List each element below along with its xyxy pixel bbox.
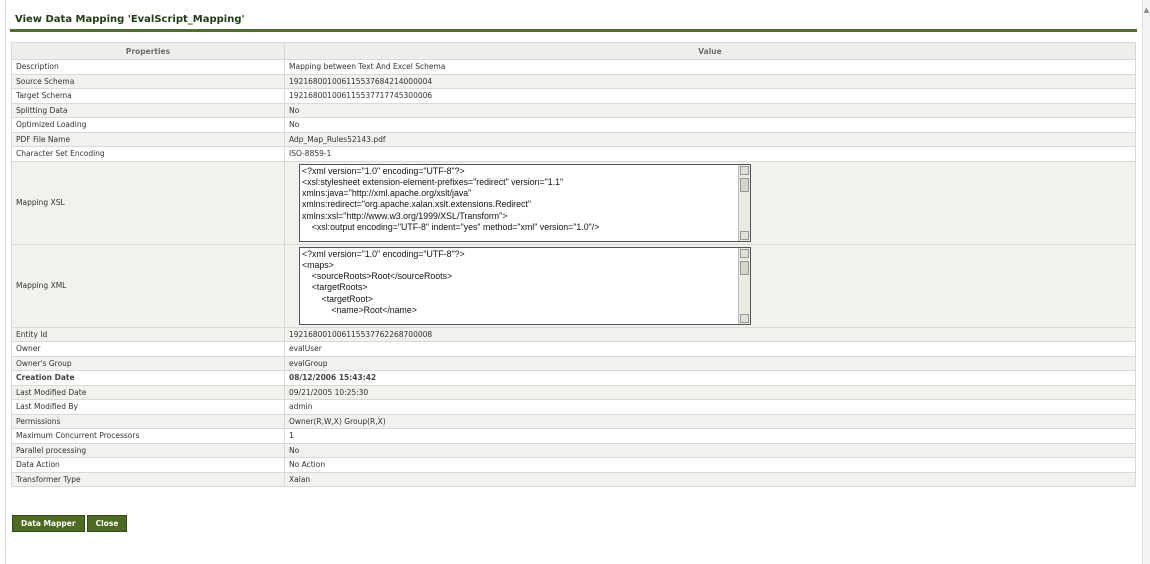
property-value: No [284,117,1136,133]
property-label: Mapping XSL [11,160,285,245]
property-value: 192168001006115537684214000004 [284,73,1136,89]
mapping-xml-textarea[interactable]: <?xml version="1.0" encoding="UTF-8"?> <m… [299,246,751,325]
code-line: <xsl:stylesheet extension-element-prefix… [302,176,564,187]
code-line: xmlns:xsl="http://www.w3.org/1999/XSL/Tr… [302,210,508,221]
table-row: Splitting Data No [11,102,1136,118]
property-label: Optimized Loading [11,117,285,133]
property-value: ISO-8859-1 [284,146,1136,162]
property-label: Source Schema [11,73,285,89]
code-line: <sourceRoots>Root</sourceRoots> [302,271,453,282]
property-label: Character Set Encoding [11,146,285,162]
property-label: Owner [11,341,285,357]
textarea-scrollbar[interactable] [738,247,750,324]
code-line: <?xml version="1.0" encoding="UTF-8"?> [302,248,465,259]
property-value: evalGroup [284,355,1136,371]
column-header-properties: Properties [11,42,285,60]
code-line: <targetRoot> [302,293,373,304]
table-row: Entity Id 192168001006115537762268700008 [11,326,1136,342]
table-row: Optimized Loading No [11,117,1136,133]
property-value: 192168001006115537762268700008 [284,326,1136,342]
textarea-scrollbar[interactable] [738,164,750,241]
property-label: Transformer Type [11,471,285,487]
table-row: Mapping XML <?xml version="1.0" encoding=… [11,243,1136,328]
property-label: Permissions [11,413,285,429]
property-value: No [284,442,1136,458]
scroll-up-icon[interactable]: ▲ [1143,6,1150,14]
table-row: Source Schema 192168001006115537684214000… [11,73,1136,89]
property-value: 192168001006115537717745300006 [284,88,1136,104]
property-value: Xalan [284,471,1136,487]
property-label: Last Modified Date [11,384,285,400]
property-value-cell: <?xml version="1.0" encoding="UTF-8"?> <x… [284,160,1136,245]
table-row: Last Modified By admin [11,399,1136,415]
scroll-thumb[interactable] [740,260,749,275]
property-label: Mapping XML [11,243,285,328]
code-text: <?xml version="1.0" encoding="UTF-8"?> <x… [300,165,750,235]
data-mapper-button[interactable]: Data Mapper [12,515,85,532]
property-label: Data Action [11,457,285,473]
table-row: Target Schema 192168001006115537717745300… [11,88,1136,104]
action-buttons: Data Mapper Close [12,511,129,532]
table-row: Owner evalUser [11,341,1136,357]
table-header-row: Properties Value [11,42,1136,60]
table-row: Owner's Group evalGroup [11,355,1136,371]
property-label: Last Modified By [11,399,285,415]
property-label: Parallel processing [11,442,285,458]
property-label: Description [11,59,285,75]
table-row: Character Set Encoding ISO-8859-1 [11,146,1136,162]
table-row: Data Action No Action [11,457,1136,473]
property-value: Mapping between Text And Excel Schema [284,59,1136,75]
code-line: <xsl:output encoding="UTF-8" indent="yes… [302,221,600,232]
page-title: View Data Mapping 'EvalScript_Mapping' [15,14,245,25]
property-label: Maximum Concurrent Processors [11,428,285,444]
title-divider [10,29,1137,32]
property-value-cell: <?xml version="1.0" encoding="UTF-8"?> <m… [284,243,1136,328]
property-value: Owner(R,W,X) Group(R,X) [284,413,1136,429]
table-row: Maximum Concurrent Processors 1 [11,428,1136,444]
scroll-up-button[interactable] [740,165,749,175]
property-value: admin [284,399,1136,415]
property-label: Splitting Data [11,102,285,118]
table-row: Last Modified Date 09/21/2005 10:25:30 [11,384,1136,400]
property-label: Creation Date [11,370,285,386]
table-row: PDF File Name Adp_Map_Rules52143.pdf [11,131,1136,147]
table-row: Mapping XSL <?xml version="1.0" encoding=… [11,160,1136,245]
window-scrollbar[interactable]: ▲ [1142,0,1150,564]
property-label: Target Schema [11,88,285,104]
column-header-value: Value [284,42,1136,60]
table-row: Transformer Type Xalan [11,471,1136,487]
code-line: <targetRoots> [302,282,368,293]
table-row: Permissions Owner(R,W,X) Group(R,X) [11,413,1136,429]
property-value: 1 [284,428,1136,444]
property-value: Adp_Map_Rules52143.pdf [284,131,1136,147]
scroll-down-button[interactable] [740,313,749,323]
scroll-thumb[interactable] [740,177,749,192]
code-line: <?xml version="1.0" encoding="UTF-8"?> [302,165,465,176]
code-text: <?xml version="1.0" encoding="UTF-8"?> <m… [300,248,750,318]
properties-table: Properties Value Description Mapping betw… [11,42,1136,487]
code-line: xmlns:redirect="org.apache.xalan.xslt.ex… [302,199,531,210]
property-label: PDF File Name [11,131,285,147]
property-value: No Action [284,457,1136,473]
code-line: <name>Root</name> [302,304,417,315]
property-value: 08/12/2006 15:43:42 [284,370,1136,386]
code-line: xmlns:java="http://xml.apache.org/xslt/j… [302,188,472,199]
code-line: <maps> [302,259,334,270]
scroll-down-button[interactable] [740,230,749,240]
property-label: Owner's Group [11,355,285,371]
mapping-xsl-textarea[interactable]: <?xml version="1.0" encoding="UTF-8"?> <x… [299,163,751,242]
property-label: Entity Id [11,326,285,342]
scroll-up-button[interactable] [740,248,749,258]
property-value: evalUser [284,341,1136,357]
table-row: Parallel processing No [11,442,1136,458]
close-button[interactable]: Close [86,515,128,532]
property-value: 09/21/2005 10:25:30 [284,384,1136,400]
table-row: Description Mapping between Text And Exce… [11,59,1136,75]
table-row: Creation Date 08/12/2006 15:43:42 [11,370,1136,386]
property-value: No [284,102,1136,118]
